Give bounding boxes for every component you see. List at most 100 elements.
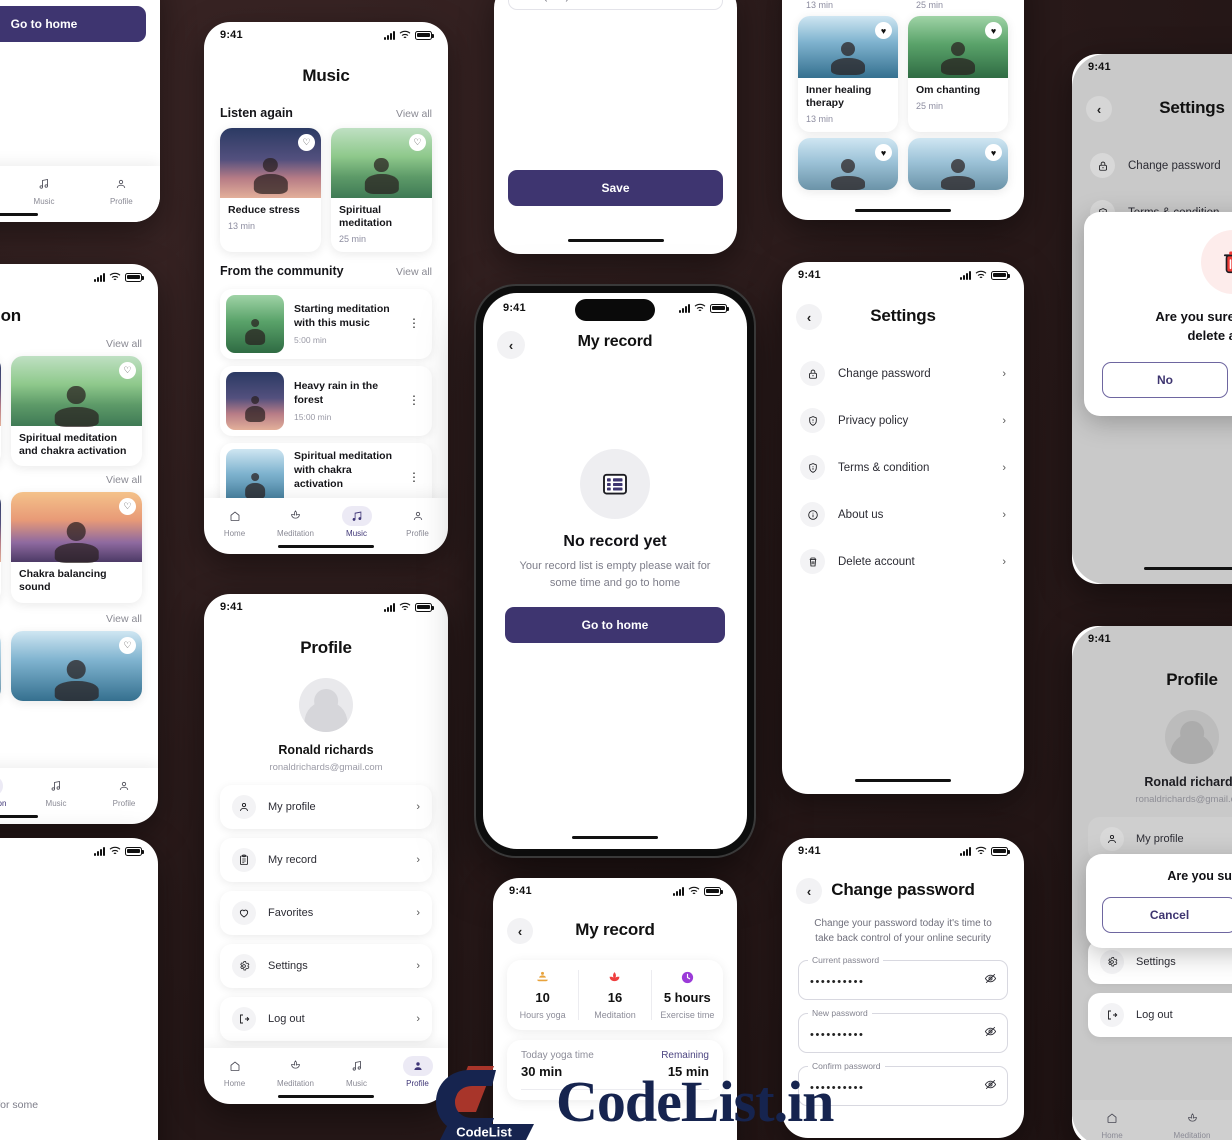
tab-label: Profile [406, 1078, 429, 1088]
settings-item-delete-account[interactable]: Delete account › [782, 538, 1024, 585]
meditation-card[interactable]: ♡ [11, 630, 142, 701]
tab-meditation[interactable]: Meditation [265, 506, 326, 538]
shield-check-icon [800, 408, 825, 433]
back-button[interactable]: ‹ [507, 918, 533, 944]
favorite-icon[interactable]: ♥ [875, 144, 892, 162]
view-all-link[interactable]: View all [106, 474, 142, 486]
favorite-icon[interactable]: ♡ [119, 362, 136, 379]
more-options-icon[interactable]: ⋮ [408, 318, 426, 330]
tab-profile[interactable]: Profile [387, 1055, 448, 1088]
meditation-card[interactable]: ♡ Spiritual meditation and chakra activa… [11, 356, 142, 467]
back-button[interactable]: ‹ [1086, 96, 1112, 122]
favorite-icon[interactable]: ♥ [985, 22, 1002, 39]
meditation-card[interactable]: ♡ Chakra balancing sound [11, 492, 142, 603]
favorite-icon[interactable]: ♡ [298, 134, 315, 151]
status-time: 9:41 [509, 885, 532, 897]
item-duration: 5:00 min [294, 335, 327, 346]
tab-meditation[interactable]: Meditation [0, 775, 22, 808]
more-options-icon[interactable]: ⋮ [408, 472, 426, 484]
go-to-home-button[interactable]: Go to home [0, 6, 146, 42]
eye-off-icon[interactable] [984, 972, 997, 988]
home-indicator [855, 208, 951, 212]
settings-item-change-password[interactable]: Change password › [782, 350, 1024, 397]
settings-label: Change password [838, 367, 931, 380]
favorite-icon[interactable]: ♥ [875, 22, 892, 39]
dialog-cancel-button[interactable]: Cancel [1102, 897, 1232, 933]
stat-value: 16 [607, 990, 623, 1005]
meditation-card[interactable]: ♥ [908, 138, 1008, 191]
music-card[interactable]: ♡ Spiritual meditation 25 min [331, 128, 432, 253]
phone-home-empty-partial: ome time and go to home Go to home Medit… [0, 0, 160, 222]
new-password-field[interactable]: New password •••••••••• [798, 1008, 1008, 1053]
user-email: ronaldrichards@gmail.com [1135, 794, 1232, 805]
phone-edit-profile-save: +1 (405) 555-0128 Save [494, 0, 737, 254]
view-all-link[interactable]: View all [106, 613, 142, 625]
music-card[interactable]: ♡ Reduce stress 13 min [220, 128, 321, 253]
user-name: Ronald richards [1144, 775, 1232, 789]
meditation-card[interactable]: ♥ Inner healing therapy 13 min [798, 16, 898, 133]
view-all-link[interactable]: View all [106, 338, 142, 350]
status-bar: 9:41 [782, 262, 1024, 288]
tab-home[interactable]: Home [204, 1056, 265, 1088]
tab-music[interactable]: Music [22, 776, 90, 808]
dialog-message-line2: delete account [1187, 327, 1232, 343]
settings-item-about-us[interactable]: About us › [782, 491, 1024, 538]
tab-music[interactable]: Music [5, 174, 82, 206]
person-icon [109, 776, 139, 796]
menu-label: My record [268, 854, 317, 866]
card-title: Chakra balancing sound [19, 568, 107, 594]
signal-icon [960, 270, 971, 280]
favorite-icon[interactable]: ♡ [409, 134, 426, 151]
tab-music[interactable]: Music [326, 505, 387, 538]
tab-profile[interactable]: Profile [387, 506, 448, 538]
view-all-link[interactable]: View all [396, 266, 432, 278]
meditation-card[interactable]: ♥ Om chanting 25 min [908, 16, 1008, 133]
tab-profile[interactable]: Profile [83, 174, 160, 206]
field-value: •••••••••• [810, 976, 865, 988]
go-to-home-button[interactable]: Go to home [505, 607, 725, 643]
tab-meditation[interactable]: Meditation [265, 1056, 326, 1088]
gear-icon [1100, 950, 1124, 974]
back-button[interactable]: ‹ [796, 304, 822, 330]
tab-profile[interactable]: Profile [90, 776, 158, 808]
confirm-password-field[interactable]: Confirm password •••••••••• [798, 1061, 1008, 1106]
list-item[interactable]: Heavy rain in the forest 15:00 min ⋮ [220, 366, 432, 437]
back-button[interactable]: ‹ [497, 331, 525, 359]
save-button[interactable]: Save [508, 170, 723, 206]
tab-home[interactable]: Home [1072, 1108, 1152, 1140]
profile-menu-item-favorites[interactable]: Favorites › [220, 891, 432, 935]
more-options-icon[interactable]: ⋮ [408, 395, 426, 407]
empty-subtitle: list is empty please wait for some [0, 1099, 39, 1111]
field-value: •••••••••• [810, 1082, 865, 1094]
eye-off-icon[interactable] [984, 1078, 997, 1094]
settings-item-terms-condition[interactable]: Terms & condition › [782, 444, 1024, 491]
dialog-message-line1: Are you sure you want to [1155, 309, 1232, 324]
back-button[interactable]: ‹ [796, 878, 822, 904]
meditation-card[interactable]: ♥ [798, 138, 898, 191]
current-password-field[interactable]: Current password •••••••••• [798, 955, 1008, 1000]
profile-menu-item-my-record[interactable]: My record › [220, 838, 432, 882]
meditation-card[interactable]: ♡ [0, 492, 1, 603]
dialog-cancel-button[interactable]: No [1102, 361, 1228, 398]
favorite-icon[interactable]: ♥ [985, 144, 1002, 162]
favorite-icon[interactable]: ♡ [119, 636, 136, 654]
settings-item-change-password[interactable]: Change password [1072, 142, 1232, 189]
favorite-icon[interactable]: ♡ [119, 498, 136, 516]
page-title: Settings [870, 306, 936, 325]
tab-music[interactable]: Music [326, 1056, 387, 1088]
eye-off-icon[interactable] [984, 1025, 997, 1041]
nav-bar: Profile [1072, 652, 1232, 696]
figure-silhouette [245, 319, 265, 349]
meditation-card[interactable]: ♡ l [0, 356, 1, 467]
profile-menu-item-my-profile[interactable]: My profile › [220, 785, 432, 829]
profile-menu-item-log-out[interactable]: Log out [1088, 993, 1232, 1037]
tab-home[interactable]: Home [204, 506, 265, 538]
profile-menu-item-log-out[interactable]: Log out › [220, 997, 432, 1041]
battery-icon [991, 270, 1010, 280]
tab-meditation[interactable]: Meditation [1152, 1108, 1232, 1140]
profile-menu-item-settings[interactable]: Settings › [220, 944, 432, 988]
meditation-card[interactable]: ♡ [0, 630, 1, 701]
settings-item-privacy-policy[interactable]: Privacy policy › [782, 397, 1024, 444]
view-all-link[interactable]: View all [396, 108, 432, 120]
list-item[interactable]: Starting meditation with this music 5:00… [220, 289, 432, 360]
